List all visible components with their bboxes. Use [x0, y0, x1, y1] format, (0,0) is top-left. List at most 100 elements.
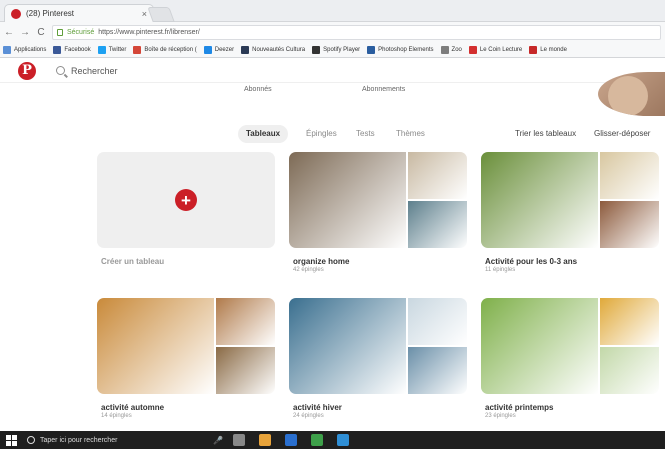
bookmark-icon — [3, 45, 11, 54]
bookmark-label: Applications — [14, 46, 47, 53]
bookmark-icon — [203, 45, 212, 54]
bookmark-item[interactable]: Facebook — [53, 45, 91, 54]
bookmark-label: Twitter — [108, 46, 127, 53]
browser-tab-bar: (28) Pinterest × — [0, 0, 665, 22]
bookmark-icon — [468, 45, 477, 54]
taskbar-search-text: Taper ici pour rechercher — [40, 436, 118, 444]
board-cover-image — [216, 298, 275, 345]
board-cover — [97, 298, 275, 394]
board-title[interactable]: Activité pour les 0-3 ans — [485, 257, 577, 266]
bookmark-item[interactable]: Le monde — [529, 45, 567, 54]
bookmark-icon — [367, 45, 376, 54]
url-text: https://www.pinterest.fr/librenser/ — [98, 28, 200, 36]
board-cover-image — [408, 152, 467, 199]
new-tab-button[interactable] — [147, 7, 175, 22]
create-board-card[interactable]: + — [97, 152, 275, 248]
forward-icon[interactable]: → — [20, 27, 30, 38]
search-icon — [56, 66, 65, 75]
search-bar[interactable] — [50, 62, 647, 80]
taskbar-app-icon[interactable] — [285, 434, 297, 446]
board-title[interactable]: organize home — [293, 257, 349, 266]
tab-close-icon[interactable]: × — [142, 9, 147, 19]
back-icon[interactable]: ← — [4, 27, 14, 38]
url-field[interactable]: Sécurisé https://www.pinterest.fr/libren… — [52, 24, 661, 40]
lock-icon — [57, 28, 63, 36]
bookmark-item[interactable]: Nouveautés Cultura — [241, 45, 306, 54]
bookmark-item[interactable]: Zoo — [440, 45, 462, 54]
cortana-icon — [27, 436, 35, 444]
board-title[interactable]: activité automne — [101, 403, 164, 412]
pinterest-favicon-icon — [11, 8, 21, 19]
board-cover-image — [408, 201, 467, 248]
reload-icon[interactable]: C — [36, 27, 46, 38]
bookmark-item[interactable]: Applications — [3, 45, 47, 54]
board-card[interactable] — [481, 298, 659, 394]
bookmarks-bar: Applications Facebook Twitter Boîte de réce… — [0, 42, 665, 58]
taskbar-app-icon[interactable] — [259, 434, 271, 446]
bookmark-item[interactable]: Twitter — [97, 45, 127, 54]
board-pin-count: 14 épingles — [101, 413, 132, 419]
tab-tests[interactable]: Tests — [348, 125, 383, 143]
bookmark-icon — [241, 45, 250, 54]
taskbar-app-icon[interactable] — [233, 434, 245, 446]
board-cover-image — [97, 298, 215, 394]
bookmark-icon — [53, 45, 62, 54]
profile-stats: Abonnés Abonnements — [0, 86, 665, 98]
tab-themes[interactable]: Thèmes — [388, 125, 433, 143]
board-card[interactable] — [289, 298, 467, 394]
board-cover — [289, 152, 467, 248]
bookmark-label: Le Coin Lecture — [479, 46, 523, 53]
bookmark-item[interactable]: Photoshop Elements — [367, 45, 434, 54]
board-title[interactable]: activité hiver — [293, 403, 342, 412]
tab-tableaux[interactable]: Tableaux — [238, 125, 289, 143]
board-cover-image — [408, 298, 467, 345]
search-input[interactable] — [71, 65, 271, 76]
followers-link[interactable]: Abonnés — [244, 86, 272, 93]
taskbar-app-icon[interactable] — [337, 434, 349, 446]
bookmark-icon — [133, 45, 142, 54]
board-card[interactable] — [97, 298, 275, 394]
bookmark-item[interactable]: Le Coin Lecture — [468, 45, 523, 54]
following-link[interactable]: Abonnements — [362, 86, 405, 93]
plus-icon: + — [175, 189, 197, 211]
board-cover-image — [600, 152, 659, 199]
windows-start-icon[interactable] — [6, 434, 17, 446]
bookmark-item[interactable]: Deezer — [203, 45, 235, 54]
board-card[interactable] — [481, 152, 659, 248]
browser-tab-pinterest[interactable]: (28) Pinterest × — [4, 4, 154, 22]
board-cover — [481, 152, 659, 248]
bookmark-label: Facebook — [64, 46, 91, 53]
bookmark-icon — [97, 45, 106, 54]
bookmark-label: Spotify Player — [323, 46, 361, 53]
drag-drop-button[interactable]: Glisser-déposer — [594, 125, 650, 143]
bookmark-icon — [312, 45, 321, 54]
board-cover-image — [289, 298, 407, 394]
bookmark-item[interactable]: Boîte de réception ( — [133, 45, 197, 54]
board-cover — [289, 298, 467, 394]
board-cover-image — [408, 347, 467, 394]
bookmark-label: Deezer — [214, 46, 235, 53]
taskbar-app-icon[interactable] — [311, 434, 323, 446]
board-pin-count: 23 épingles — [485, 413, 516, 419]
board-card[interactable] — [289, 152, 467, 248]
secure-label: Sécurisé — [67, 28, 95, 36]
board-cover-image — [600, 298, 659, 345]
board-cover-image — [289, 152, 407, 248]
bookmark-item[interactable]: Spotify Player — [312, 45, 361, 54]
tab-epingles[interactable]: Épingles — [298, 125, 345, 143]
create-board-label[interactable]: Créer un tableau — [101, 257, 164, 266]
pinterest-logo-icon[interactable]: P — [18, 61, 36, 80]
bookmark-icon — [529, 45, 538, 54]
pinterest-header: P — [0, 59, 665, 83]
sort-boards-button[interactable]: Trier les tableaux — [515, 125, 576, 143]
profile-tabs: Tableaux Épingles Tests Thèmes Trier les… — [0, 125, 665, 145]
board-cover-image — [600, 347, 659, 394]
board-title[interactable]: activité printemps — [485, 403, 553, 412]
bookmark-icon — [440, 45, 449, 54]
taskbar-search[interactable]: Taper ici pour rechercher 🎤 — [27, 433, 223, 447]
board-cover-image — [481, 298, 599, 394]
bookmark-label: Boîte de réception ( — [144, 46, 197, 53]
bookmark-label: Nouveautés Cultura — [252, 46, 306, 53]
board-cover-image — [216, 347, 275, 394]
board-cover-image — [600, 201, 659, 248]
